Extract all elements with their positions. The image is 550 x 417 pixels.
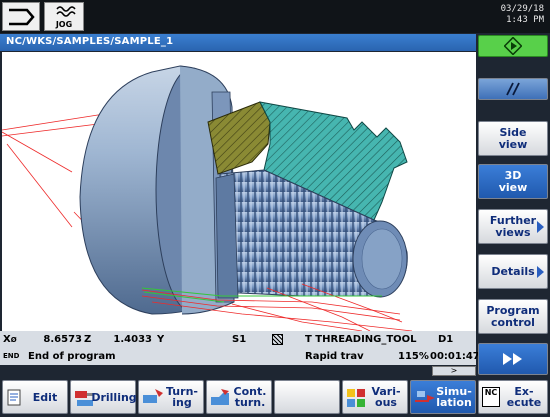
- jog-wave-icon: [56, 6, 76, 17]
- cycle-start-button[interactable]: [478, 35, 548, 57]
- spindle-state-icon: [272, 334, 283, 345]
- axis-z-value: 1.4033: [113, 334, 152, 345]
- program-path: NC/WKS/SAMPLES/SAMPLE_1: [0, 34, 476, 51]
- execute-button[interactable]: NC Ex-ecute: [478, 380, 548, 414]
- date-display: 03/29/18: [500, 4, 544, 14]
- 3d-view-button[interactable]: 3D view: [478, 164, 548, 199]
- program-status: End of program: [28, 351, 116, 362]
- various-icon: [347, 389, 365, 407]
- machine-area-button[interactable]: [2, 2, 40, 31]
- turning-label: Turn-ing: [166, 385, 198, 409]
- override-value: 115%: [398, 351, 429, 362]
- header-bar: JOG 03/29/18 1:43 PM: [0, 0, 550, 33]
- side-view-button[interactable]: Side view: [478, 121, 548, 156]
- edit-label: Edit: [32, 390, 58, 404]
- separator: [0, 366, 476, 376]
- spindle-label: S1: [232, 334, 247, 345]
- further-views-label-2: views: [495, 225, 531, 239]
- double-slash-icon: [506, 82, 520, 96]
- time-display: 1:43 PM: [506, 15, 544, 25]
- program-control-label-1: Program: [486, 303, 540, 317]
- axis-status-row: XØ 8.6573 Z 1.4033 Y S1 T THREADING_TOOL…: [0, 331, 476, 348]
- feed-mode: Rapid trav: [305, 351, 364, 362]
- single-block-button[interactable]: [478, 78, 548, 100]
- various-label: Vari-ous: [371, 385, 401, 409]
- details-label: Details: [491, 264, 535, 278]
- cycle-start-icon: [504, 37, 522, 55]
- side-view-label-2: view: [498, 137, 528, 151]
- execute-label: Ex-ecute: [506, 385, 542, 409]
- various-button[interactable]: Vari-ous: [342, 380, 408, 414]
- turning-icon: [143, 389, 163, 403]
- axis-y-label: Y: [157, 334, 165, 345]
- jog-mode-label: JOG: [55, 20, 73, 29]
- contour-turning-label: Cont. turn.: [233, 385, 267, 409]
- edit-button[interactable]: Edit: [2, 380, 68, 414]
- drilling-label: Drilling: [91, 390, 137, 404]
- simulation-viewport[interactable]: [2, 52, 476, 331]
- program-status-row: END End of program Rapid trav 115% 00:01…: [0, 348, 480, 365]
- program-control-label-2: control: [491, 315, 535, 329]
- elapsed-time: 00:01:47: [430, 351, 480, 362]
- scroll-indicator[interactable]: >: [432, 366, 476, 376]
- program-control-button[interactable]: Program control: [478, 299, 548, 334]
- part-body: [79, 65, 235, 315]
- tool-edge: D1: [438, 334, 454, 345]
- contour-turning-icon: [211, 389, 229, 405]
- details-button[interactable]: Details: [478, 254, 548, 289]
- edit-icon: [7, 389, 21, 406]
- nc-icon: NC: [482, 387, 500, 407]
- machine-area-icon: [9, 8, 35, 26]
- further-views-label-1: Further: [489, 213, 537, 227]
- contour-turning-button[interactable]: Cont. turn.: [206, 380, 272, 414]
- axis-x-value: 8.6573: [43, 334, 82, 345]
- simulation-icon: [415, 391, 435, 402]
- further-views-button[interactable]: Further views: [478, 209, 548, 244]
- tool-name: T THREADING_TOOL: [305, 334, 417, 345]
- 3d-view-label-1: 3D: [504, 168, 522, 182]
- part-3d-view: [2, 65, 413, 331]
- line-label: END: [3, 352, 20, 360]
- turning-button[interactable]: Turn-ing: [138, 380, 204, 414]
- axis-x-label: XØ: [3, 334, 17, 345]
- date-time: 03/29/18 1:43 PM: [501, 4, 544, 26]
- forward-button[interactable]: [478, 343, 548, 375]
- empty-softkey[interactable]: [274, 380, 340, 414]
- jog-mode-indicator: JOG: [44, 2, 84, 31]
- axis-z-label: Z: [84, 334, 92, 345]
- side-view-label-1: Side: [499, 125, 527, 139]
- simulation-button[interactable]: Simu-lation: [410, 380, 476, 414]
- simulation-label: Simu-lation: [436, 385, 472, 409]
- forward-icon: [503, 353, 522, 365]
- horizontal-softkey-bar: Edit Drilling Turn-ing Cont. turn. Vari-o…: [0, 376, 550, 417]
- 3d-view-label-2: view: [498, 180, 528, 194]
- drilling-button[interactable]: Drilling: [70, 380, 137, 414]
